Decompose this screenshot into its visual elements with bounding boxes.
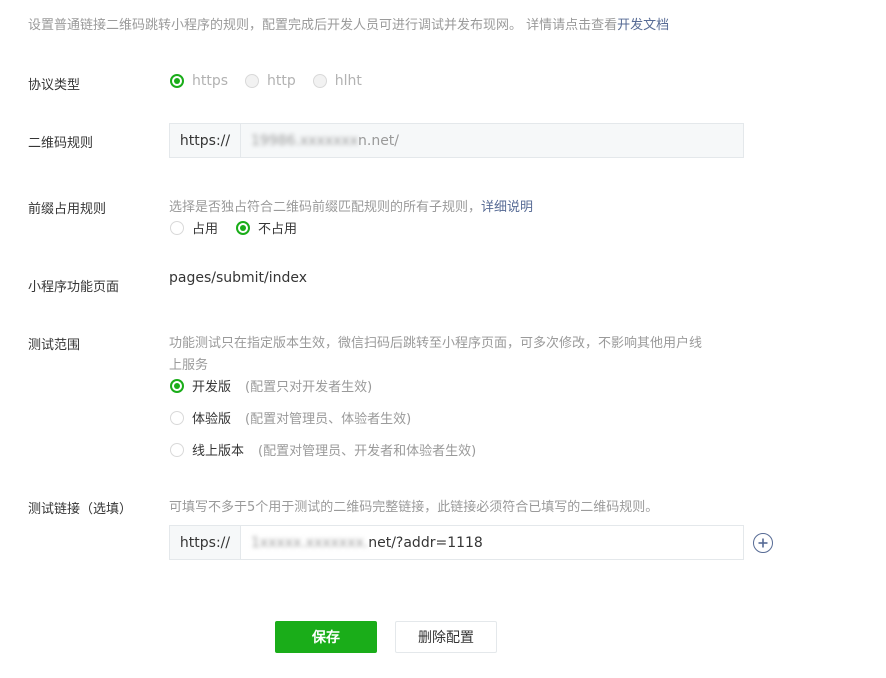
test-link-value: 1xxxxx.xxxxxxx. net/?addr=1118	[241, 526, 743, 559]
qr-rule-value-blurred-2: 9986.xxxxxxx	[259, 132, 358, 149]
prefix-option-label: 不占用	[258, 222, 298, 237]
prefix-option-label: 占用	[192, 222, 219, 237]
test-link-label: 测试链接（选填）	[28, 502, 133, 517]
qr-rule-prefix: https://	[170, 124, 241, 157]
qr-rule-label: 二维码规则	[28, 136, 94, 151]
radio-checked-icon	[170, 74, 184, 88]
test-link-prefix: https://	[170, 526, 241, 559]
test-scope-hint-line1: 功能测试只在指定版本生效，微信扫码后跳转至小程序页面，可多次修改，不影响其他用户…	[169, 336, 703, 351]
test-link-value-suffix: net/?addr=1118	[368, 534, 483, 551]
intro-description: 设置普通链接二维码跳转小程序的规则，配置完成后开发人员可进行调试并发布现网。 详…	[28, 18, 618, 33]
radio-unchecked-icon	[170, 410, 184, 425]
test-link-hint: 可填写不多于5个用于测试的二维码完整链接，此链接必须符合已填写的二维码规则。	[169, 500, 659, 515]
scope-option-note: (配置只对开发者生效)	[245, 380, 373, 395]
plus-icon	[758, 538, 768, 548]
page-label: 小程序功能页面	[28, 280, 120, 295]
prefix-radio-occupy[interactable]: 占用	[170, 218, 218, 237]
radio-unchecked-icon	[312, 74, 327, 88]
add-link-button[interactable]	[753, 533, 773, 553]
prefix-rule-hint: 选择是否独占符合二维码前缀匹配规则的所有子规则，详细说明	[169, 196, 533, 215]
prefix-rule-hint-text: 选择是否独占符合二维码前缀匹配规则的所有子规则，	[169, 200, 482, 215]
intro-text: 设置普通链接二维码跳转小程序的规则，配置完成后开发人员可进行调试并发布现网。 详…	[28, 14, 669, 33]
scope-option-note: (配置对管理员、开发者和体验者生效)	[258, 444, 477, 459]
qr-rule-value: 1 9986.xxxxxxx n.net/	[241, 124, 743, 157]
save-button[interactable]: 保存	[275, 621, 377, 653]
protocol-radio-https[interactable]: https	[170, 73, 228, 89]
qr-rule-value-suffix: n.net/	[358, 132, 400, 149]
protocol-option-label: https	[192, 73, 229, 89]
protocol-radio-group: https http hlht	[170, 73, 362, 89]
radio-checked-icon	[236, 220, 251, 235]
protocol-label: 协议类型	[28, 78, 81, 93]
scope-option-label: 线上版本	[192, 444, 245, 459]
scope-radio-online[interactable]: 线上版本 (配置对管理员、开发者和体验者生效)	[170, 440, 476, 459]
radio-unchecked-icon	[170, 442, 184, 457]
scope-option-label: 开发版	[192, 380, 232, 395]
test-scope-label: 测试范围	[28, 338, 81, 353]
dev-docs-link[interactable]: 开发文档	[617, 18, 669, 33]
prefix-rule-radio-group: 占用 不占用	[170, 218, 297, 237]
detail-link[interactable]: 详细说明	[481, 200, 533, 215]
prefix-radio-not-occupy[interactable]: 不占用	[236, 218, 297, 237]
delete-config-button[interactable]: 删除配置	[395, 621, 497, 653]
radio-checked-icon	[170, 378, 184, 393]
radio-unchecked-icon	[170, 220, 184, 235]
qr-rule-value-blurred: 1	[251, 132, 260, 149]
protocol-option-label: http	[267, 73, 296, 89]
scope-option-label: 体验版	[192, 412, 232, 427]
qr-rule-input[interactable]: https:// 1 9986.xxxxxxx n.net/	[169, 123, 744, 158]
radio-unchecked-icon	[245, 74, 260, 88]
test-scope-hint-line2: 上服务	[169, 358, 209, 373]
scope-radio-trial[interactable]: 体验版 (配置对管理员、体验者生效)	[170, 408, 411, 427]
protocol-option-label: hlht	[334, 73, 362, 89]
test-link-input[interactable]: https:// 1xxxxx.xxxxxxx. net/?addr=1118	[169, 525, 744, 560]
protocol-radio-http[interactable]: http	[245, 73, 296, 89]
page-value: pages/submit/index	[169, 270, 308, 286]
prefix-rule-label: 前缀占用规则	[28, 202, 107, 217]
test-link-value-blurred: 1xxxxx.xxxxxxx.	[251, 534, 369, 551]
protocol-radio-hlht[interactable]: hlht	[312, 73, 362, 89]
scope-radio-dev[interactable]: 开发版 (配置只对开发者生效)	[170, 376, 372, 395]
scope-option-note: (配置对管理员、体验者生效)	[245, 412, 412, 427]
